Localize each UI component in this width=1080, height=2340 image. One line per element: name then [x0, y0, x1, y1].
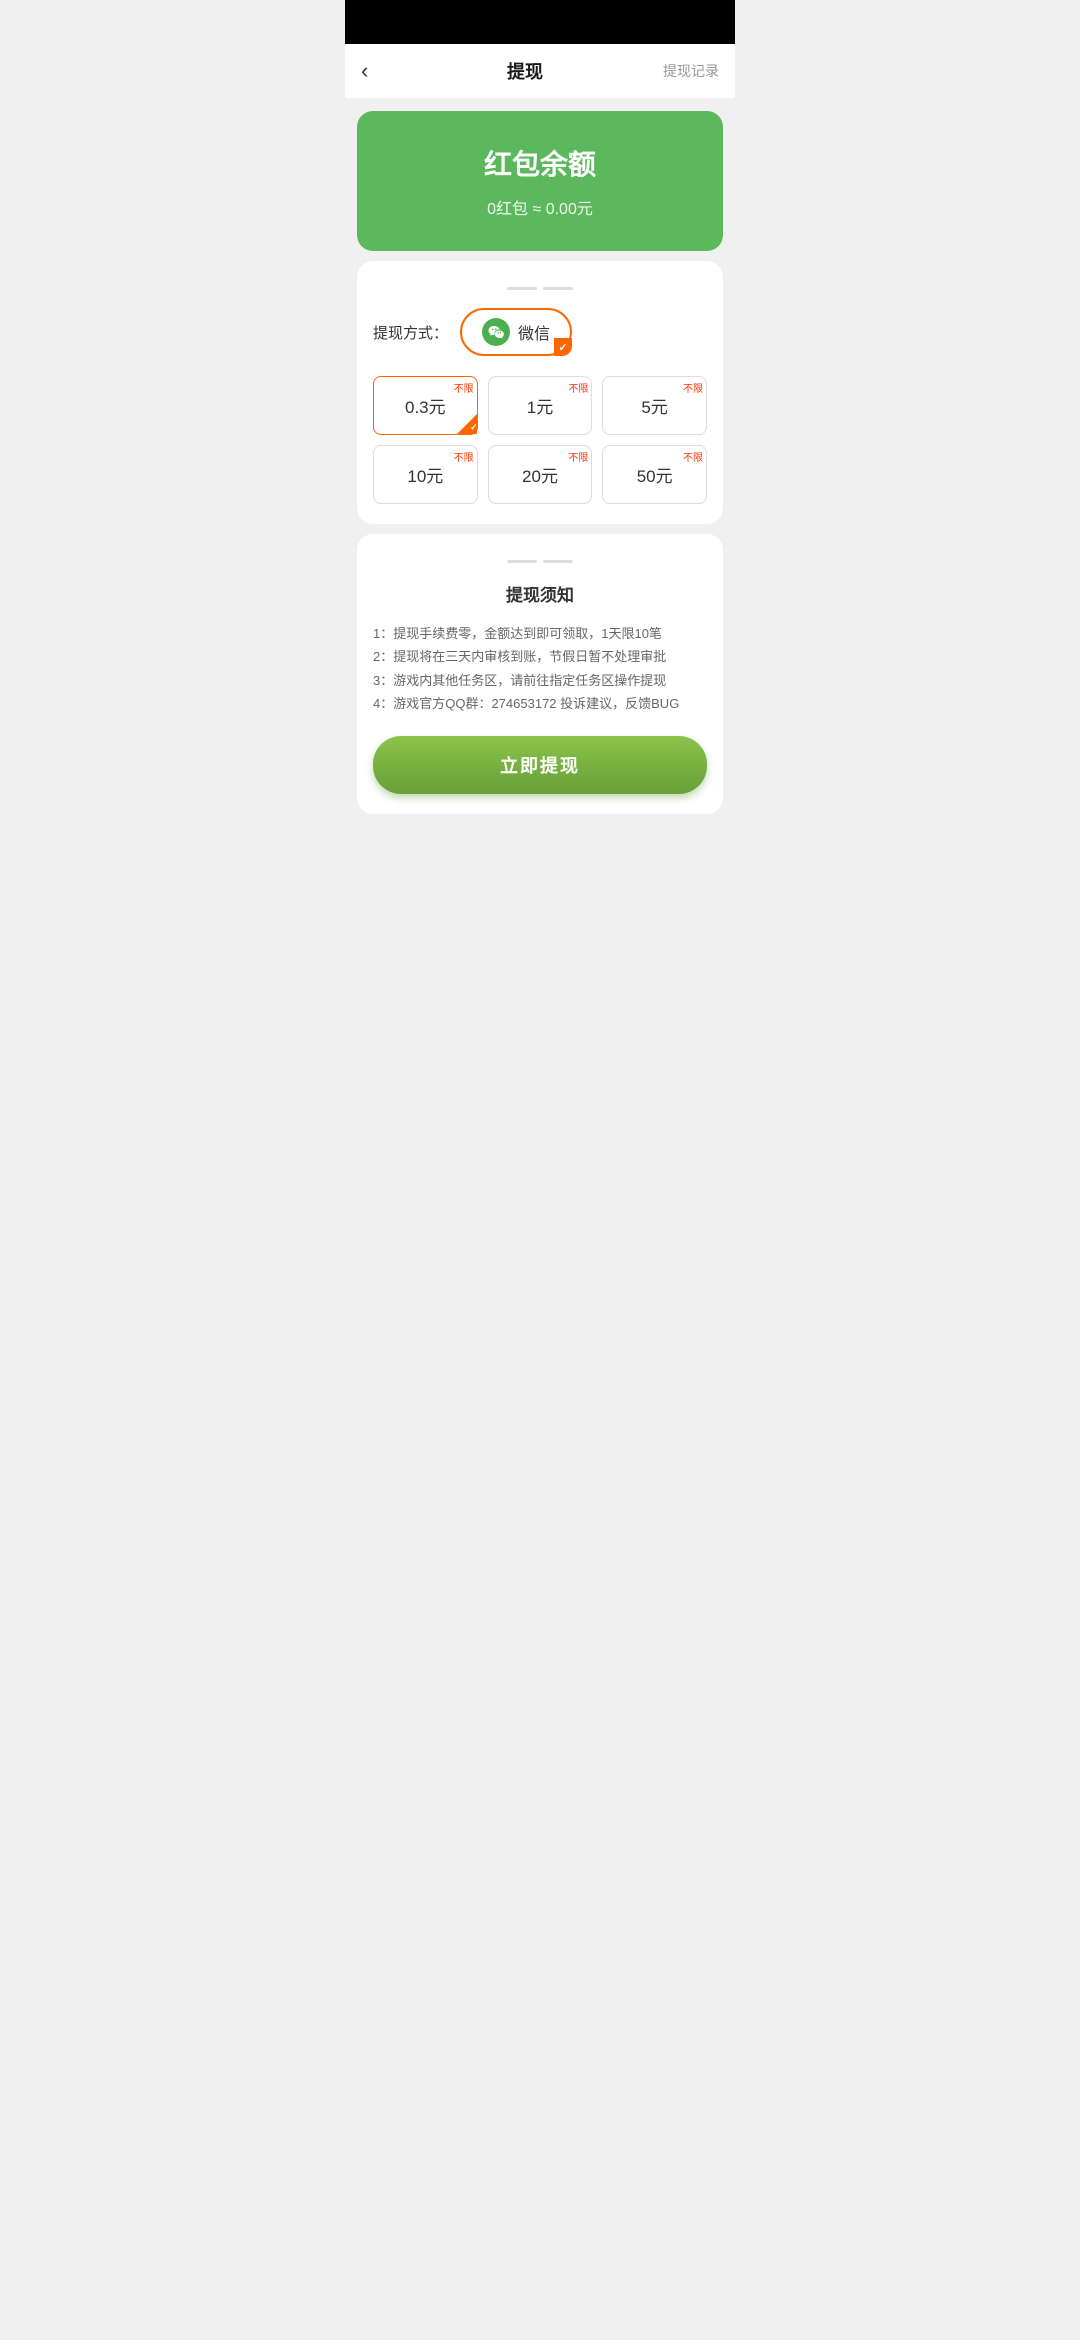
status-bar	[345, 0, 735, 44]
history-link[interactable]: 提现记录	[649, 61, 719, 81]
payment-selected-check	[554, 338, 572, 356]
amount-btn-5[interactable]: 不限 50元	[602, 445, 707, 504]
divider	[373, 281, 707, 290]
amount-badge-3: 不限	[454, 449, 474, 464]
payment-method-name: 微信	[518, 320, 550, 344]
balance-amount: 0红包 ≈ 0.00元	[377, 195, 703, 219]
amount-value-5: 50元	[637, 467, 673, 486]
notice-divider	[373, 554, 707, 563]
balance-card: 红包余额 0红包 ≈ 0.00元	[357, 111, 723, 251]
amount-badge-1: 不限	[568, 380, 588, 395]
wechat-icon	[482, 318, 510, 346]
bottom-space	[345, 826, 735, 866]
amount-value-4: 20元	[522, 467, 558, 486]
withdraw-button[interactable]: 立即提现	[373, 736, 707, 794]
amount-grid: 不限 0.3元 不限 1元 不限 5元 不限 10元 不限 20元 不限 50元	[373, 376, 707, 504]
amount-badge-2: 不限	[683, 380, 703, 395]
amount-value-1: 1元	[527, 398, 553, 417]
amount-badge-5: 不限	[683, 449, 703, 464]
notice-item-4: 4：游戏官方QQ群：274653172 投诉建议，反馈BUG	[373, 692, 707, 715]
check-corner-0	[457, 414, 477, 434]
amount-btn-3[interactable]: 不限 10元	[373, 445, 478, 504]
amount-value-3: 10元	[407, 467, 443, 486]
header: ‹ 提现 提现记录	[345, 44, 735, 99]
notice-title: 提现须知	[373, 581, 707, 606]
payment-card: 提现方式： 微信 不限 0.3元 不限 1元 不限 5元	[357, 261, 723, 524]
amount-btn-2[interactable]: 不限 5元	[602, 376, 707, 435]
page-title: 提现	[507, 58, 543, 84]
amount-btn-4[interactable]: 不限 20元	[488, 445, 593, 504]
back-button[interactable]: ‹	[361, 58, 401, 84]
amount-btn-1[interactable]: 不限 1元	[488, 376, 593, 435]
notice-list: 1：提现手续费零，金额达到即可领取，1天限10笔 2：提现将在三天内审核到账，节…	[373, 622, 707, 716]
amount-btn-0[interactable]: 不限 0.3元	[373, 376, 478, 435]
notice-item-1: 1：提现手续费零，金额达到即可领取，1天限10笔	[373, 622, 707, 645]
payment-label: 提现方式：	[373, 322, 448, 343]
balance-title: 红包余额	[377, 143, 703, 183]
amount-badge-4: 不限	[568, 449, 588, 464]
notice-card: 提现须知 1：提现手续费零，金额达到即可领取，1天限10笔 2：提现将在三天内审…	[357, 534, 723, 814]
amount-value-2: 5元	[641, 398, 667, 417]
notice-item-2: 2：提现将在三天内审核到账，节假日暂不处理审批	[373, 645, 707, 668]
amount-badge-0: 不限	[454, 380, 474, 395]
payment-row: 提现方式： 微信	[373, 308, 707, 356]
amount-value-0: 0.3元	[405, 398, 446, 417]
notice-item-3: 3：游戏内其他任务区，请前往指定任务区操作提现	[373, 669, 707, 692]
wechat-option[interactable]: 微信	[460, 308, 572, 356]
